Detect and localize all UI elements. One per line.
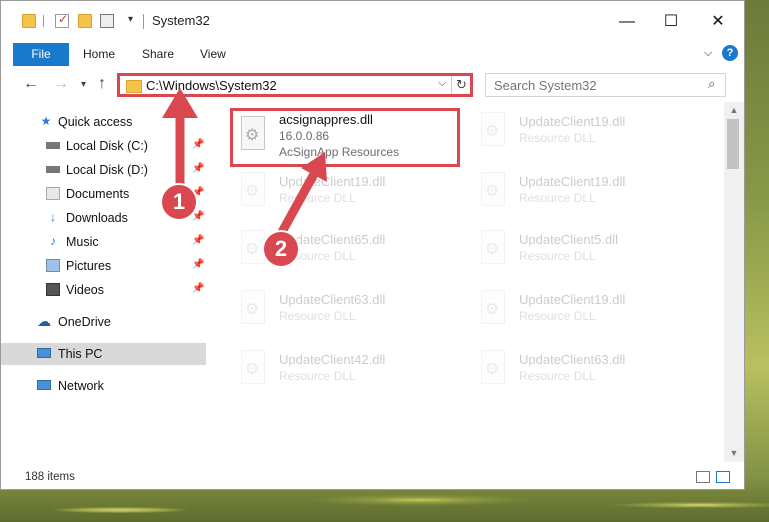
step-2-badge: 2 bbox=[262, 230, 300, 268]
annotation-overlay bbox=[162, 88, 327, 237]
arrow-1 bbox=[162, 88, 198, 195]
step-1-badge: 1 bbox=[160, 183, 198, 221]
arrow-2 bbox=[277, 152, 327, 237]
